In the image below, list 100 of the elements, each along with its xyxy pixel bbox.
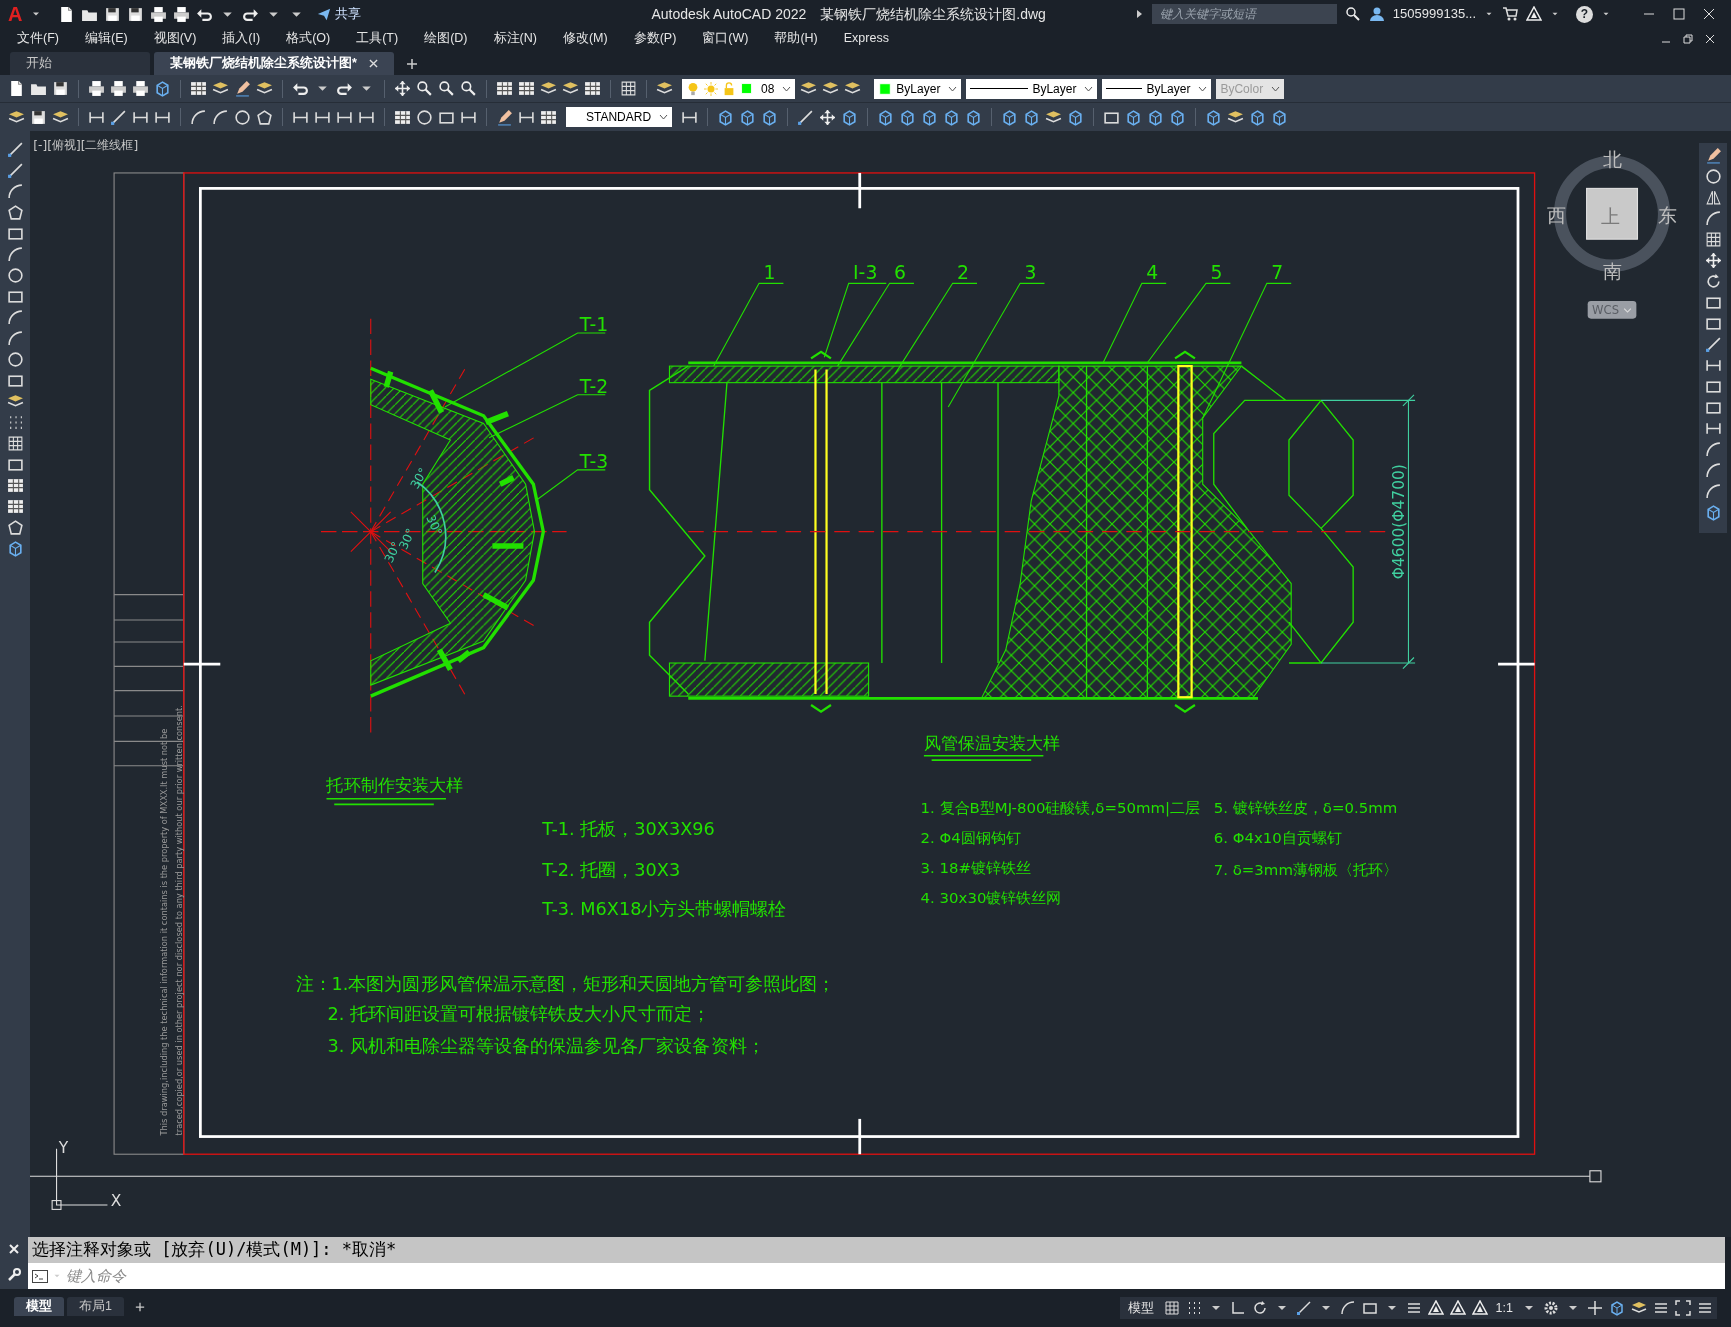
floppy-icon[interactable] — [127, 5, 145, 23]
layer-stack-icon[interactable] — [1631, 1300, 1647, 1316]
layer-stack-icon[interactable] — [52, 108, 69, 126]
table-icon[interactable] — [6, 498, 24, 515]
menu-item[interactable]: 绘图(D) — [415, 29, 477, 48]
pencil-icon[interactable] — [1704, 147, 1722, 164]
circle-icon[interactable] — [416, 108, 433, 126]
maximize-icon[interactable] — [1673, 8, 1685, 20]
circle-icon[interactable] — [6, 267, 24, 284]
color-swatch-icon[interactable] — [878, 81, 893, 96]
layer-stack-icon[interactable] — [256, 80, 273, 97]
mirror-icon[interactable] — [1704, 189, 1722, 206]
cube-icon[interactable] — [1249, 108, 1267, 126]
menu-item[interactable]: 视图(V) — [144, 29, 206, 48]
magnifier-icon[interactable] — [1344, 6, 1361, 22]
crosshair-icon[interactable] — [1587, 1300, 1603, 1316]
table-icon[interactable] — [496, 80, 513, 97]
close-icon[interactable] — [368, 59, 378, 68]
cube-icon[interactable] — [1704, 504, 1722, 521]
rectangle-icon[interactable] — [6, 288, 24, 305]
circle-icon[interactable] — [234, 108, 251, 126]
restore-icon[interactable] — [1683, 33, 1693, 44]
cube-icon[interactable] — [841, 108, 859, 126]
cube-icon[interactable] — [1169, 108, 1187, 126]
menu-item[interactable]: 工具(T) — [347, 29, 408, 48]
arc-icon[interactable] — [190, 108, 207, 126]
close-icon[interactable] — [9, 1244, 19, 1254]
viewport-controls[interactable]: [-][俯视][二维线框] — [33, 137, 139, 152]
arc-icon[interactable] — [212, 108, 229, 126]
user-icon[interactable] — [1368, 6, 1385, 22]
magnifier-icon[interactable] — [438, 80, 455, 97]
table-icon[interactable] — [394, 108, 411, 126]
compass-direction[interactable]: 东 — [1658, 204, 1678, 226]
annotation-scale-button[interactable]: 1:1 — [1493, 1298, 1515, 1318]
rotate-icon[interactable] — [1704, 273, 1722, 290]
printer-icon[interactable] — [88, 80, 105, 97]
polygon-icon[interactable] — [6, 519, 24, 536]
grid-icon[interactable] — [1163, 1300, 1180, 1316]
menu-item[interactable]: 窗口(W) — [693, 29, 758, 48]
add-tab-icon[interactable] — [405, 58, 418, 70]
pencil-icon[interactable] — [496, 108, 513, 126]
printer-icon[interactable] — [173, 5, 191, 23]
four-arrow-icon[interactable] — [394, 80, 411, 97]
polygon-icon[interactable] — [256, 108, 273, 126]
arc-icon[interactable] — [6, 183, 24, 200]
layer-stack-icon[interactable] — [1227, 108, 1245, 126]
document-tab[interactable]: 开始 — [10, 52, 150, 75]
line-icon[interactable] — [6, 162, 24, 179]
search-field[interactable]: 键入关键字或短语 — [1151, 4, 1337, 24]
menu-item[interactable]: 修改(M) — [553, 29, 617, 48]
cube-icon[interactable] — [1125, 108, 1143, 126]
rectangle-icon[interactable] — [1704, 399, 1722, 416]
cube-icon[interactable] — [1205, 108, 1223, 126]
paper-plane-icon[interactable] — [317, 7, 332, 21]
printer-icon[interactable] — [110, 80, 127, 97]
table-icon[interactable] — [584, 80, 601, 97]
pencil-icon[interactable] — [234, 80, 251, 97]
cart-icon[interactable] — [1502, 6, 1518, 22]
layer-stack-icon[interactable] — [540, 80, 557, 97]
four-arrow-icon[interactable] — [1704, 252, 1722, 269]
menu-icon[interactable] — [1653, 1300, 1669, 1316]
layer-stack-icon[interactable] — [212, 80, 229, 97]
cube-icon[interactable] — [965, 108, 983, 126]
compass-direction[interactable]: 西 — [1546, 204, 1566, 226]
arc-icon[interactable] — [1704, 210, 1722, 227]
rectangle-icon[interactable] — [1704, 378, 1722, 395]
expand-arrow-icon[interactable] — [1135, 9, 1144, 19]
circle-icon[interactable] — [1704, 168, 1722, 185]
menu-item[interactable]: 参数(P) — [624, 29, 686, 48]
model-space-button[interactable]: 模型 — [1123, 1298, 1158, 1318]
line-icon[interactable] — [1295, 1300, 1312, 1316]
cube-icon[interactable] — [1023, 108, 1041, 126]
arc-icon[interactable] — [6, 330, 24, 347]
cube-icon[interactable] — [761, 108, 779, 126]
magnifier-icon[interactable] — [460, 80, 477, 97]
cube-icon[interactable] — [921, 108, 939, 126]
menu-item[interactable]: 格式(O) — [277, 29, 340, 48]
layer-dropdown[interactable]: 08 — [682, 78, 796, 99]
rectangle-icon[interactable] — [6, 225, 24, 242]
cube-icon[interactable] — [1067, 108, 1085, 126]
printer-icon[interactable] — [150, 5, 168, 23]
cube-icon[interactable] — [1001, 108, 1019, 126]
close-icon[interactable] — [1705, 33, 1715, 44]
compass-direction[interactable]: 北 — [1603, 149, 1623, 171]
line-icon[interactable] — [1704, 336, 1722, 353]
menu-icon[interactable] — [1697, 1300, 1713, 1316]
triangle-cluster-icon[interactable] — [1471, 1300, 1488, 1316]
triangle-cluster-icon[interactable] — [1449, 1300, 1466, 1316]
lineweight-dropdown[interactable]: ByLayer — [1102, 78, 1212, 99]
page-icon[interactable] — [8, 80, 25, 97]
document-tab[interactable]: 某钢铁厂烧结机除尘系统设计图* — [154, 52, 394, 75]
arc-icon[interactable] — [6, 309, 24, 326]
cube-icon[interactable] — [739, 108, 757, 126]
line-icon[interactable] — [797, 108, 815, 126]
arc-icon[interactable] — [1704, 462, 1722, 479]
layer-stack-icon[interactable] — [1045, 108, 1063, 126]
printer-icon[interactable] — [132, 80, 149, 97]
cube-icon[interactable] — [943, 108, 961, 126]
cube-icon[interactable] — [1609, 1300, 1625, 1316]
table-icon[interactable] — [540, 108, 557, 126]
